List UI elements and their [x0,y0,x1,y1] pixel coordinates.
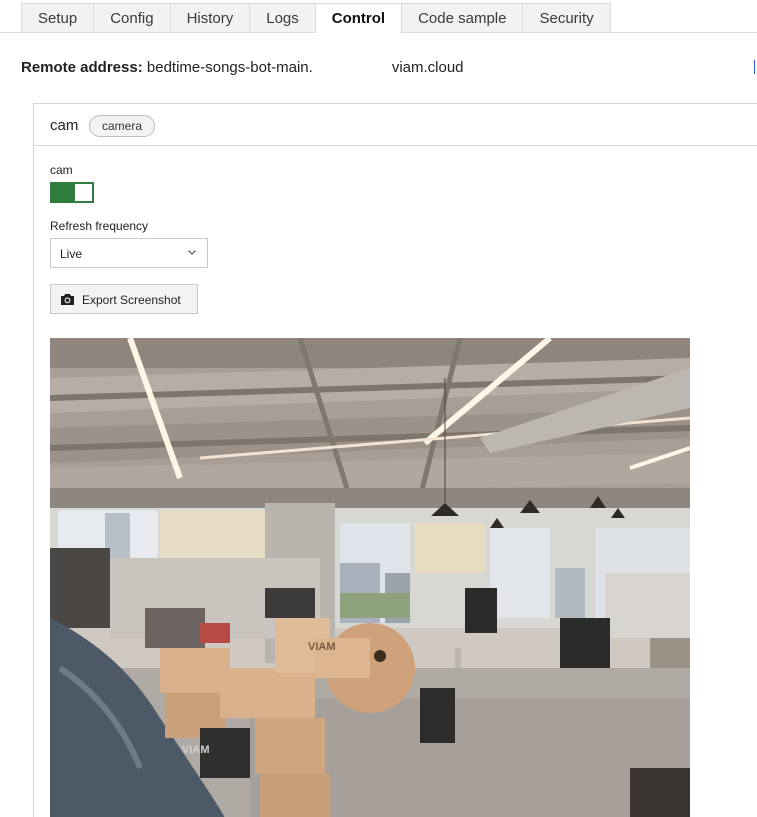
card-title: cam [50,117,79,134]
svg-text:VIAM: VIAM [182,744,210,756]
camera-icon [61,294,74,305]
tab-code-sample[interactable]: Code sample [401,3,523,33]
tab-logs[interactable]: Logs [249,3,315,33]
export-screenshot-label: Export Screenshot [82,293,181,307]
remote-address-label: Remote address: [21,59,143,76]
refresh-frequency-select[interactable]: Live [50,238,208,268]
card-header[interactable]: cam camera [34,104,757,146]
camera-card: cam camera cam Refresh frequency Live Ex… [33,103,757,817]
refresh-frequency-value: Live [60,247,83,261]
tabs: Setup Config History Logs Control Code s… [21,3,611,33]
toggle-knob [75,184,92,201]
tab-bar: Setup Config History Logs Control Code s… [0,0,757,33]
stream-toggle[interactable] [50,182,94,203]
stream-toggle-label: cam [50,163,73,177]
camera-stream-image: VIAM VIAM [50,338,690,817]
tab-history[interactable]: History [169,3,250,33]
remote-address-host-suffix: viam.cloud [391,59,464,76]
component-type-badge: camera [89,115,156,137]
tab-security[interactable]: Security [522,3,611,33]
export-screenshot-button[interactable]: Export Screenshot [50,284,198,314]
tab-setup[interactable]: Setup [21,3,94,33]
remote-address-host-prefix: bedtime-songs-bot-main. [146,59,313,76]
refresh-frequency-label: Refresh frequency [50,219,149,233]
tab-config[interactable]: Config [93,3,170,33]
remote-address: Remote address: bedtime-songs-bot-main. v… [21,59,464,76]
camera-stream-view: VIAM VIAM [50,338,690,817]
tab-control[interactable]: Control [314,3,402,33]
chevron-down-icon [188,250,196,255]
svg-text:VIAM: VIAM [308,641,336,653]
